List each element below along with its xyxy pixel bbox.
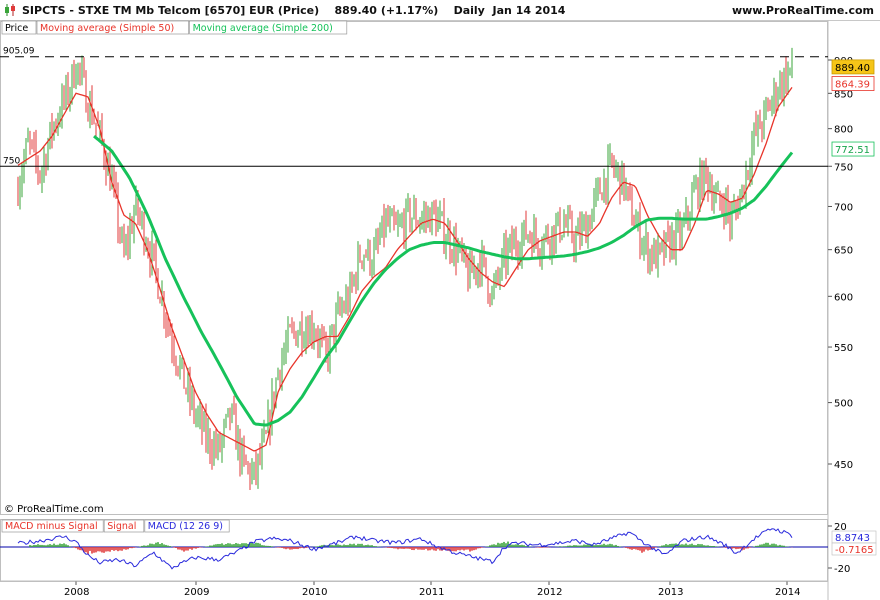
macd-axis-label: -20	[834, 564, 850, 575]
price-axis-label: 700	[834, 202, 853, 213]
price-axis-label: 500	[834, 399, 853, 410]
price-legend-item: Price	[5, 23, 28, 34]
time-axis-label: 2011	[419, 587, 444, 598]
chart-canvas: 905.09750 900850800750700650600550500450…	[0, 20, 877, 600]
value-tag-label: 772.51	[835, 145, 870, 156]
price-legend-item: Moving average (Simple 200)	[193, 23, 333, 34]
price-axis-label: 650	[834, 246, 853, 257]
time-axis-label: 2012	[537, 587, 562, 598]
price-legend-item: Moving average (Simple 50)	[40, 23, 174, 34]
price-axis-label: 450	[834, 460, 853, 471]
value-tag-label: 889.40	[835, 63, 870, 74]
macd-legend-item: Signal	[107, 521, 136, 532]
reference-label-0: 905.09	[3, 47, 35, 57]
macd-value-tag-label: -0.7165	[835, 545, 874, 556]
macd-legend-item: MACD (12 26 9)	[148, 521, 223, 532]
reference-label-1: 750	[3, 156, 20, 166]
time-axis-label: 2010	[302, 587, 327, 598]
price-axis-label: 750	[834, 162, 853, 173]
watermark-text: © ProRealTime.com	[4, 504, 104, 515]
price-axis-label: 600	[834, 292, 853, 303]
price-axis-label: 800	[834, 125, 853, 136]
price-axis-label: 850	[834, 89, 853, 100]
value-tag-label: 864.39	[835, 80, 870, 91]
time-axis-label: 2008	[64, 587, 89, 598]
chart-window: SIPCTS - STXE TM Mb Telcom [6570] EUR (P…	[0, 0, 880, 600]
price-panel	[0, 21, 828, 515]
price-axis-label: 550	[834, 343, 853, 354]
macd-legend-item: MACD minus Signal	[5, 521, 98, 532]
time-axis-label: 2013	[658, 587, 683, 598]
time-axis-label: 2009	[184, 587, 209, 598]
time-axis-label: 2014	[775, 587, 800, 598]
macd-value-tag-label: 8.8743	[835, 533, 870, 544]
